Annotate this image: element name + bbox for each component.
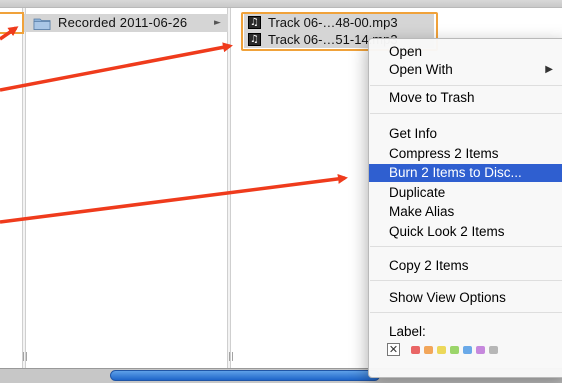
menu-item-label: Open With (389, 62, 453, 77)
label-color-swatch[interactable] (424, 346, 433, 354)
label-color-swatch[interactable] (463, 346, 472, 354)
clear-label-button[interactable]: ✕ (387, 343, 400, 356)
menu-item-move-to-trash[interactable]: Move to Trash (369, 89, 562, 107)
menu-item-open-with[interactable]: Open With ▶ (369, 61, 562, 79)
label-section-title: Label: (389, 324, 426, 339)
menu-item-make-alias[interactable]: Make Alias (369, 203, 562, 221)
label-color-swatch[interactable] (489, 346, 498, 354)
column-resize-grip[interactable]: || (228, 352, 234, 369)
menu-separator (370, 280, 562, 281)
menu-separator (370, 246, 562, 247)
label-color-swatch[interactable] (411, 346, 420, 354)
menu-item-get-info[interactable]: Get Info (369, 125, 562, 143)
menu-item-show-view-options[interactable]: Show View Options (369, 289, 562, 307)
first-column (0, 8, 22, 376)
label-color-swatch[interactable] (450, 346, 459, 354)
menu-separator (370, 85, 562, 86)
menu-item-duplicate[interactable]: Duplicate (369, 184, 562, 202)
menu-item-burn-to-disc[interactable]: Burn 2 Items to Disc... (369, 164, 562, 182)
menu-separator (370, 113, 562, 114)
menu-item-open[interactable]: Open (369, 43, 562, 61)
folder-name: Recorded 2011-06-26 (58, 15, 188, 30)
chevron-right-icon: ► (214, 18, 221, 28)
menu-item-compress[interactable]: Compress 2 Items (369, 145, 562, 163)
column-divider-2[interactable] (227, 8, 231, 376)
submenu-arrow-icon: ▶ (545, 64, 553, 75)
column-resize-grip[interactable]: || (22, 352, 28, 369)
label-color-swatch[interactable] (476, 346, 485, 354)
toolbar-edge (0, 0, 562, 8)
menu-item-quick-look[interactable]: Quick Look 2 Items (369, 223, 562, 241)
menu-item-copy[interactable]: Copy 2 Items (369, 257, 562, 275)
folder-icon (33, 18, 51, 30)
column-divider-1[interactable] (22, 8, 26, 376)
menu-separator (370, 312, 562, 313)
label-color-swatch[interactable] (437, 346, 446, 354)
folder-highlight-annotation (0, 12, 24, 34)
horizontal-scrollbar[interactable] (110, 370, 380, 381)
context-menu: Open Open With ▶ Move to Trash Get Info … (368, 38, 562, 378)
